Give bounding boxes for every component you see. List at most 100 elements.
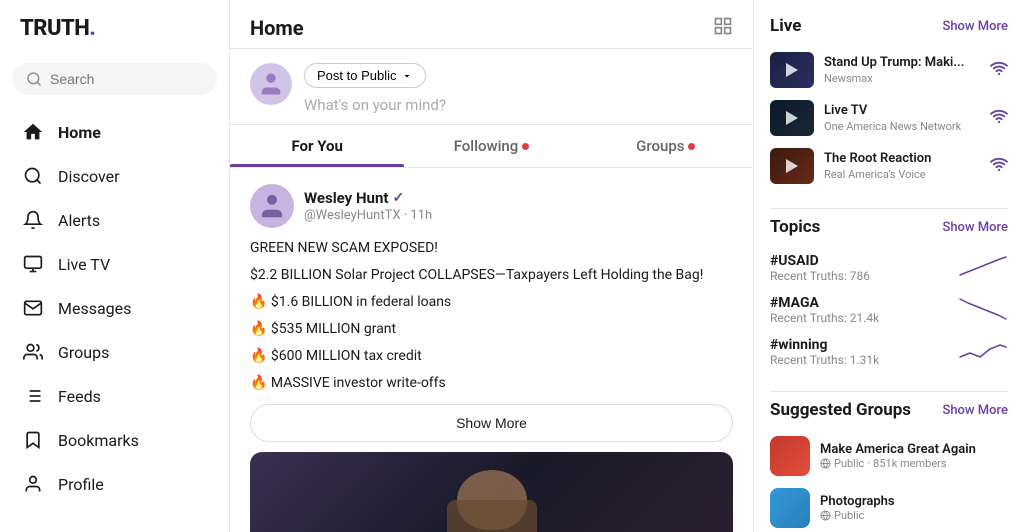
live-thumb-oan [770,100,814,136]
live-channel-2: Real America's Voice [824,168,980,181]
topics-show-more[interactable]: Show More [942,220,1008,235]
verified-icon: ✓ [392,190,404,206]
topic-row-1: #MAGA Recent Truths: 21.4k [770,295,1008,325]
wifi-icon-0 [990,59,1008,81]
live-section-header: Live Show More [770,16,1008,36]
topic-chart-1 [958,295,1008,323]
topic-left-0: #USAID Recent Truths: 786 [770,253,870,283]
live-item-1[interactable]: Live TV One America News Network [770,94,1008,142]
sidebar-item-messages-label: Messages [58,299,131,318]
live-name-2: The Root Reaction [824,151,980,168]
live-info-0: Stand Up Trump: Maki... Newsmax [824,55,980,85]
group-info-1: Photographs Public [820,494,1008,522]
play-icon-oan [786,111,798,125]
topics-section: Topics Show More #USAID Recent Truths: 7… [770,217,1008,373]
user-avatar [250,63,292,105]
topic-left-2: #winning Recent Truths: 1.31k [770,337,879,367]
divider-1 [770,208,1008,209]
live-info-1: Live TV One America News Network [824,103,980,133]
post-author-avatar [250,184,294,228]
post-line1: GREEN NEW SCAM EXPOSED! [250,238,733,259]
post-image[interactable]: WTI [250,452,733,532]
tab-groups-label: Groups [636,137,684,155]
sidebar-item-discover-label: Discover [58,167,120,186]
group-thumb-maga [770,436,810,476]
play-icon-trump [786,63,798,77]
grid-icon[interactable] [713,16,733,40]
sidebar-item-feeds[interactable]: Feeds [12,375,217,417]
live-name-1: Live TV [824,103,980,120]
live-channel-1: One America News Network [824,120,980,133]
post-author-row: Wesley Hunt ✓ @WesleyHuntTX · 11h [250,184,733,228]
group-meta-0: Public · 851k members [820,457,1008,470]
topic-count-0: Recent Truths: 786 [770,269,870,283]
feeds-icon [22,385,44,407]
sidebar-item-home[interactable]: Home [12,111,217,153]
live-show-more[interactable]: Show More [942,19,1008,34]
tab-for-you[interactable]: For You [230,125,404,167]
post-line2: $2.2 BILLION Solar Project COLLAPSES—Tax… [250,265,733,286]
following-notification-dot [522,143,529,150]
sidebar-item-alerts-label: Alerts [58,211,100,230]
topic-item-0[interactable]: #USAID Recent Truths: 786 [770,247,1008,289]
right-panel: Live Show More Stand Up Trump: Maki... N… [754,0,1024,532]
post-bullet2: 🔥 $535 MILLION grant [250,319,733,340]
tab-following[interactable]: Following [404,125,578,167]
wifi-icon-1 [990,107,1008,129]
divider-2 [770,391,1008,392]
group-thumb-photos [770,488,810,528]
post-bullet1: 🔥 $1.6 BILLION in federal loans [250,292,733,313]
sidebar-item-discover[interactable]: Discover [12,155,217,197]
compose-area: Post to Public What's on your mind? [230,49,753,125]
topic-count-1: Recent Truths: 21.4k [770,311,879,325]
main-header: Home [230,0,753,49]
compose-placeholder[interactable]: What's on your mind? [304,96,733,114]
author-handle: @WesleyHuntTX · 11h [304,208,432,223]
group-name-1: Photographs [820,494,1008,509]
live-item-0[interactable]: Stand Up Trump: Maki... Newsmax [770,46,1008,94]
logo-dot: . [89,16,96,41]
sidebar-item-profile[interactable]: Profile [12,463,217,505]
live-channel-0: Newsmax [824,72,980,85]
show-more-button[interactable]: Show More [250,404,733,442]
tabs: For You Following Groups [230,125,753,168]
user-icon [22,473,44,495]
post-to-button[interactable]: Post to Public [304,63,426,88]
sidebar: TRUTH. Home Discover Alerts Live TV [0,0,230,532]
topic-item-1[interactable]: #MAGA Recent Truths: 21.4k [770,289,1008,331]
sidebar-item-groups-label: Groups [58,343,109,362]
wifi-icon-2 [990,155,1008,177]
post-content: GREEN NEW SCAM EXPOSED! $2.2 BILLION Sol… [250,238,733,394]
tab-groups[interactable]: Groups [579,125,753,167]
sidebar-item-feeds-label: Feeds [58,387,101,406]
live-section: Live Show More Stand Up Trump: Maki... N… [770,16,1008,190]
post-image-inner: WTI [250,452,733,532]
group-item-0[interactable]: Make America Great Again Public · 851k m… [770,430,1008,482]
topic-tag-1: #MAGA [770,295,879,311]
monitor-icon [22,253,44,275]
sidebar-item-home-label: Home [58,123,101,142]
group-item-1[interactable]: Photographs Public [770,482,1008,532]
sidebar-item-bookmarks[interactable]: Bookmarks [12,419,217,461]
search-box[interactable] [12,63,217,95]
tab-following-label: Following [454,137,519,155]
topics-title: Topics [770,217,820,237]
post-author-info: Wesley Hunt ✓ @WesleyHuntTX · 11h [304,189,733,223]
mail-icon [22,297,44,319]
sidebar-item-live-tv[interactable]: Live TV [12,243,217,285]
suggested-groups-title: Suggested Groups [770,400,911,420]
topic-row-0: #USAID Recent Truths: 786 [770,253,1008,283]
topic-chart-0 [958,253,1008,281]
sidebar-item-groups[interactable]: Groups [12,331,217,373]
suggested-groups-show-more[interactable]: Show More [942,403,1008,418]
topic-row-2: #winning Recent Truths: 1.31k [770,337,1008,367]
live-thumb-root [770,148,814,184]
search-input[interactable] [50,71,203,87]
sidebar-item-alerts[interactable]: Alerts [12,199,217,241]
live-item-2[interactable]: The Root Reaction Real America's Voice [770,142,1008,190]
groups-notification-dot [688,143,695,150]
author-name[interactable]: Wesley Hunt [304,189,388,207]
bell-icon [22,209,44,231]
sidebar-item-messages[interactable]: Messages [12,287,217,329]
topic-item-2[interactable]: #winning Recent Truths: 1.31k [770,331,1008,373]
